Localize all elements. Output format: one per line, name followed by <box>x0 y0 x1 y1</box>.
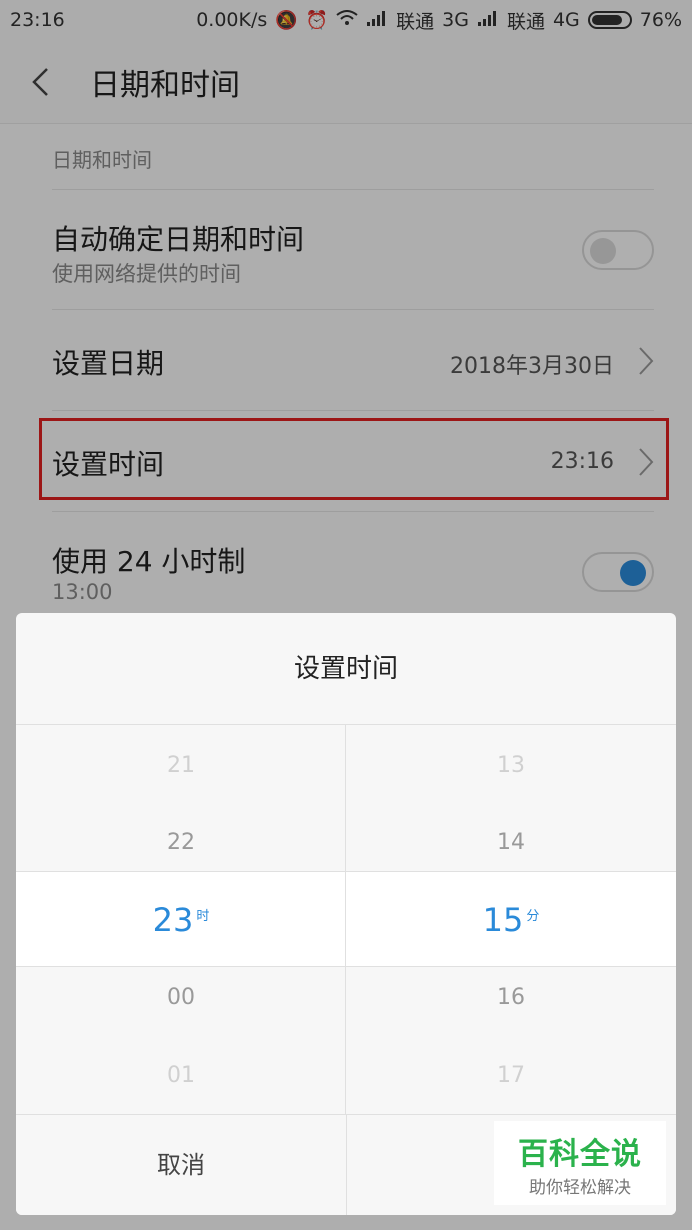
watermark-logo: 百科全说 助你轻松解决 <box>494 1121 666 1205</box>
hour-selected-value: 23 <box>152 901 194 939</box>
watermark-title: 百科全说 <box>518 1137 642 1172</box>
minute-option[interactable]: 14 <box>346 830 676 855</box>
hour-option[interactable]: 21 <box>16 753 346 778</box>
minute-option[interactable]: 17 <box>346 1063 676 1088</box>
minute-option[interactable]: 13 <box>346 753 676 778</box>
minute-selected-value: 15 <box>482 901 524 939</box>
cancel-button[interactable]: 取消 <box>16 1115 346 1215</box>
minute-selected[interactable]: 15 分 <box>346 901 676 939</box>
dialog-title: 设置时间 <box>16 613 676 725</box>
time-picker[interactable]: 21 22 23 时 00 01 13 14 15 分 16 17 <box>16 725 676 1114</box>
watermark-subtitle: 助你轻松解决 <box>529 1178 631 1198</box>
minute-unit: 分 <box>526 909 540 924</box>
hour-selected[interactable]: 23 时 <box>16 901 346 939</box>
minute-option[interactable]: 16 <box>346 985 676 1010</box>
hour-option[interactable]: 22 <box>16 830 346 855</box>
hour-option[interactable]: 00 <box>16 985 346 1010</box>
hour-unit: 时 <box>196 909 210 924</box>
hour-option[interactable]: 01 <box>16 1063 346 1088</box>
